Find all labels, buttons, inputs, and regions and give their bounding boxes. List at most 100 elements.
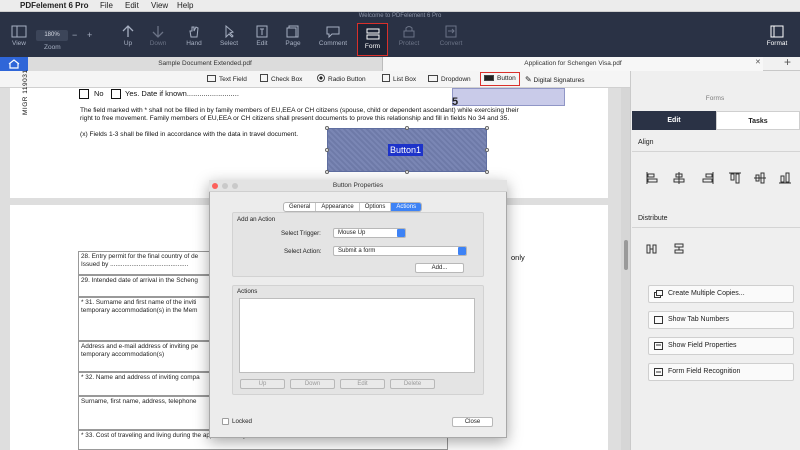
select-action-dropdown[interactable]: Submit a form: [333, 246, 467, 256]
select-button[interactable]: Select: [212, 21, 246, 55]
down-button[interactable]: Down: [141, 21, 175, 55]
menu-view[interactable]: View: [151, 0, 168, 12]
app-menu[interactable]: PDFelement 6 Pro: [20, 0, 88, 12]
dropdown-tool[interactable]: Dropdown: [428, 71, 471, 88]
show-field-properties-button[interactable]: Show Field Properties: [648, 337, 794, 355]
select-trigger-dropdown[interactable]: Mouse Up: [333, 228, 406, 238]
locked-checkbox[interactable]: [222, 418, 229, 425]
align-bottom-icon[interactable]: [778, 171, 792, 185]
resize-handle[interactable]: [325, 126, 329, 130]
no-checkbox[interactable]: [79, 89, 89, 99]
dropdown-icon: [428, 75, 438, 82]
tab-schengen-visa[interactable]: Application for Schengen Visa.pdf: [383, 57, 763, 71]
zoom-label: Zoom: [44, 44, 61, 51]
menu-file[interactable]: File: [100, 0, 113, 12]
button-icon: [484, 75, 494, 81]
protect-button[interactable]: Protect: [392, 21, 426, 55]
scroll-thumb[interactable]: [624, 240, 628, 270]
close-dialog-button[interactable]: Close: [452, 417, 493, 427]
edit-button[interactable]: Edit: [245, 21, 279, 55]
align-heading: Align: [638, 139, 654, 146]
align-top-icon[interactable]: [728, 171, 742, 185]
radio-icon: [317, 74, 325, 82]
resize-handle[interactable]: [405, 126, 409, 130]
actions-list[interactable]: [239, 298, 475, 373]
distribute-vertical-icon[interactable]: [672, 242, 686, 256]
delete-action-button[interactable]: Delete: [390, 379, 435, 389]
align-left-icon[interactable]: [645, 171, 659, 185]
format-icon: [770, 25, 784, 38]
tab-tasks[interactable]: Tasks: [716, 111, 800, 130]
close-tab-icon[interactable]: ✕: [755, 58, 761, 66]
form-button[interactable]: Form: [357, 23, 388, 56]
panel-title: Forms: [705, 95, 725, 102]
digital-signatures-tool[interactable]: ✎ Digital Signatures: [525, 71, 584, 88]
resize-handle[interactable]: [485, 170, 489, 174]
yes-checkbox[interactable]: [111, 89, 121, 99]
move-up-button[interactable]: Up: [240, 379, 285, 389]
distribute-horizontal-icon[interactable]: [645, 242, 659, 256]
comment-icon: [326, 26, 340, 38]
dialog-title: Button Properties: [209, 180, 507, 192]
divider: [632, 151, 800, 152]
form-field-recognition-button[interactable]: Form Field Recognition: [648, 363, 794, 381]
cursor-icon: [225, 25, 234, 38]
tab-options[interactable]: Options: [360, 203, 392, 211]
tab-sample-document[interactable]: Sample Document Extended.pdf: [28, 57, 383, 71]
properties-icon: [654, 342, 663, 350]
button-tool[interactable]: Button: [480, 72, 520, 86]
add-action-button[interactable]: Add...: [415, 263, 464, 273]
text-field-tool[interactable]: Text Field: [207, 71, 247, 88]
tab-actions[interactable]: Actions: [391, 203, 422, 211]
tab-general[interactable]: General: [284, 203, 317, 211]
format-button[interactable]: Format: [760, 21, 794, 55]
close-window-icon[interactable]: [212, 183, 218, 189]
dialog-tabs: General Appearance Options Actions: [283, 202, 423, 212]
note-line-2: right to free movement. Family members o…: [80, 115, 510, 122]
list-box-icon: [382, 74, 390, 82]
menu-help[interactable]: Help: [177, 0, 193, 12]
up-button[interactable]: Up: [111, 21, 145, 55]
zoom-out-icon[interactable]: −: [72, 30, 77, 40]
resize-handle[interactable]: [485, 148, 489, 152]
list-box-tool[interactable]: List Box: [382, 71, 416, 88]
menu-edit[interactable]: Edit: [125, 0, 139, 12]
copy-icon: [654, 290, 663, 298]
distribute-heading: Distribute: [638, 215, 668, 222]
comment-button[interactable]: Comment: [316, 21, 350, 55]
divider: [632, 227, 800, 228]
no-label: No: [94, 89, 104, 98]
zoom-window-icon[interactable]: [232, 183, 238, 189]
resize-handle[interactable]: [405, 170, 409, 174]
tab-edit[interactable]: Edit: [632, 111, 716, 130]
chevron-down-icon: [397, 229, 405, 237]
align-center-icon[interactable]: [672, 171, 686, 185]
show-tab-numbers-button[interactable]: Show Tab Numbers: [648, 311, 794, 329]
form-field-highlight[interactable]: [452, 88, 565, 106]
create-multiple-copies-button[interactable]: Create Multiple Copies...: [648, 285, 794, 303]
align-middle-icon[interactable]: [753, 171, 767, 185]
minimize-window-icon[interactable]: [222, 183, 228, 189]
radio-button-tool[interactable]: Radio Button: [317, 71, 366, 88]
convert-button[interactable]: Convert: [434, 21, 468, 55]
align-right-icon[interactable]: [701, 171, 715, 185]
resize-handle[interactable]: [325, 170, 329, 174]
recognition-icon: [654, 368, 663, 376]
edit-action-button[interactable]: Edit: [340, 379, 385, 389]
new-tab-icon[interactable]: +: [784, 55, 791, 69]
check-box-tool[interactable]: Check Box: [260, 71, 302, 88]
zoom-in-icon[interactable]: +: [87, 30, 92, 40]
tab-appearance[interactable]: Appearance: [316, 203, 360, 211]
zoom-select[interactable]: 180%: [36, 30, 68, 41]
convert-icon: [445, 25, 457, 38]
add-action-heading: Add an Action: [237, 216, 276, 223]
text-field-icon: [207, 75, 216, 82]
resize-handle[interactable]: [485, 126, 489, 130]
hand-button[interactable]: Hand: [177, 21, 211, 55]
hand-icon: [189, 26, 199, 38]
page-button[interactable]: Page: [276, 21, 310, 55]
move-down-button[interactable]: Down: [290, 379, 335, 389]
checkbox-icon: [260, 74, 268, 82]
resize-handle[interactable]: [325, 148, 329, 152]
view-button[interactable]: View: [2, 21, 36, 55]
